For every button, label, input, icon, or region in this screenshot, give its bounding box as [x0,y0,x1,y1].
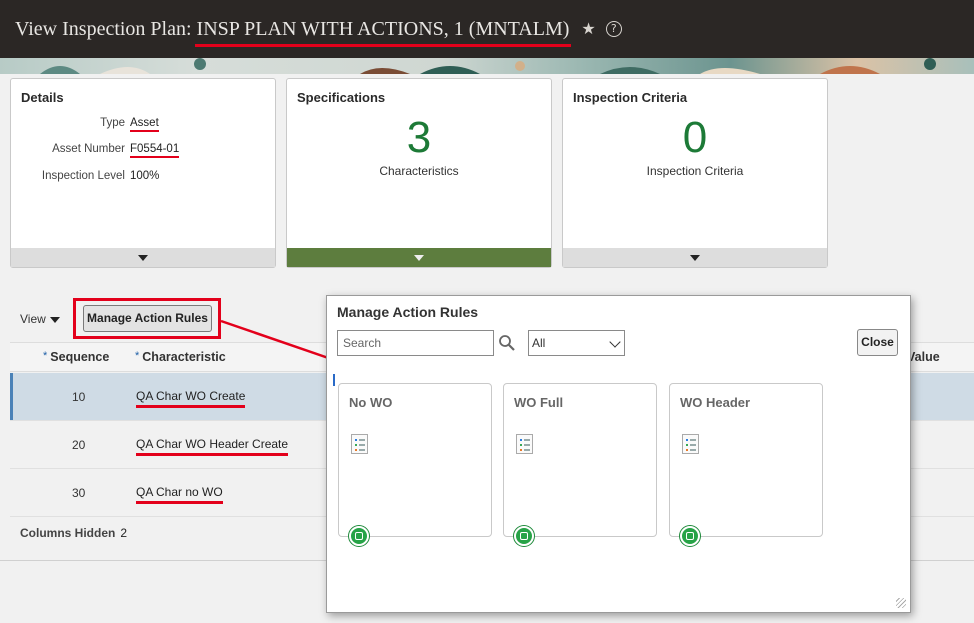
inspection-criteria-count: 0 [682,113,708,162]
details-expand-toggle[interactable] [11,248,275,267]
detail-value-type: Asset [130,117,159,132]
column-header-characteristic[interactable]: * Characteristic [135,350,226,364]
sync-icon[interactable] [514,526,534,546]
specifications-tile[interactable]: Specifications 3 Characteristics [286,78,552,268]
specifications-caption: Characteristics [379,164,459,178]
view-menu-label: View [20,312,46,326]
manage-action-rules-button[interactable]: Manage Action Rules [83,305,212,332]
detail-value-inspection-level: 100% [130,170,160,182]
sync-icon[interactable] [349,526,369,546]
columns-hidden-count: 2 [120,526,128,540]
inspection-criteria-expand-toggle[interactable] [563,248,827,267]
cell-sequence: 30 [72,486,86,500]
column-header-value[interactable]: Value [907,350,940,364]
plan-name: INSP PLAN WITH ACTIONS, 1 (MNTALM) [196,17,570,40]
action-rule-card[interactable]: WO Full [503,383,657,546]
chevron-down-icon [609,336,621,348]
search-input[interactable] [337,330,494,356]
detail-label: Type [100,117,125,129]
help-icon[interactable]: ? [605,21,622,37]
cell-characteristic[interactable]: QA Char no WO [136,485,223,504]
sync-icon[interactable] [680,526,700,546]
list-icon [351,434,368,454]
cell-characteristic[interactable]: QA Char WO Create [136,389,246,408]
list-icon [516,434,533,454]
details-tile[interactable]: Details Type Asset Asset Number F0554-01… [10,78,276,268]
specifications-count: 3 [406,113,432,162]
filter-select[interactable]: All [528,330,625,356]
column-header-sequence-label: Sequence [50,350,110,364]
page-title: View Inspection Plan: INSP PLAN WITH ACT… [15,18,569,41]
decorative-banner [0,58,974,74]
required-marker: * [43,350,48,362]
view-menu[interactable]: View [20,312,60,326]
dialog-title: Manage Action Rules [337,304,479,320]
action-rule-card[interactable]: No WO [338,383,492,546]
focus-indicator [333,374,335,386]
cell-characteristic[interactable]: QA Char WO Header Create [136,437,289,456]
inspection-criteria-caption: Inspection Criteria [646,164,744,178]
detail-label: Asset Number [52,143,125,155]
action-rule-name: WO Header [680,395,751,410]
page-header: View Inspection Plan: INSP PLAN WITH ACT… [0,0,974,58]
specifications-tile-title: Specifications [297,90,386,105]
manage-action-rules-dialog: Manage Action Rules All Close No WO WO F… [326,295,911,613]
cell-sequence: 10 [72,390,86,404]
list-icon [682,434,699,454]
cell-sequence: 20 [72,438,86,452]
specifications-expand-toggle[interactable] [287,248,551,267]
search-icon[interactable] [498,334,516,352]
inspection-criteria-tile-title: Inspection Criteria [573,90,688,105]
columns-hidden-label: Columns Hidden [20,526,116,540]
close-button[interactable]: Close [857,329,898,356]
action-rule-name: No WO [349,395,393,410]
expand-arrow-icon [138,254,148,261]
detail-label: Inspection Level [41,170,125,182]
detail-value-asset-number: F0554-01 [130,143,180,158]
star-icon[interactable]: ★ [581,19,595,39]
action-rule-name: WO Full [514,395,564,410]
chevron-down-icon [49,316,60,323]
resize-handle[interactable] [896,598,906,608]
column-header-characteristic-label: Characteristic [142,350,226,364]
details-tile-title: Details [21,90,64,105]
page-title-prefix: View Inspection Plan: [15,17,192,40]
column-header-sequence[interactable]: * Sequence [43,350,109,364]
action-rule-card[interactable]: WO Header [669,383,823,546]
expand-arrow-icon [414,254,424,261]
required-marker: * [135,350,140,362]
filter-select-value: All [532,336,546,350]
columns-hidden-status[interactable]: Columns Hidden 2 [20,526,127,540]
inspection-criteria-tile[interactable]: Inspection Criteria 0 Inspection Criteri… [562,78,828,268]
expand-arrow-icon [690,254,700,261]
